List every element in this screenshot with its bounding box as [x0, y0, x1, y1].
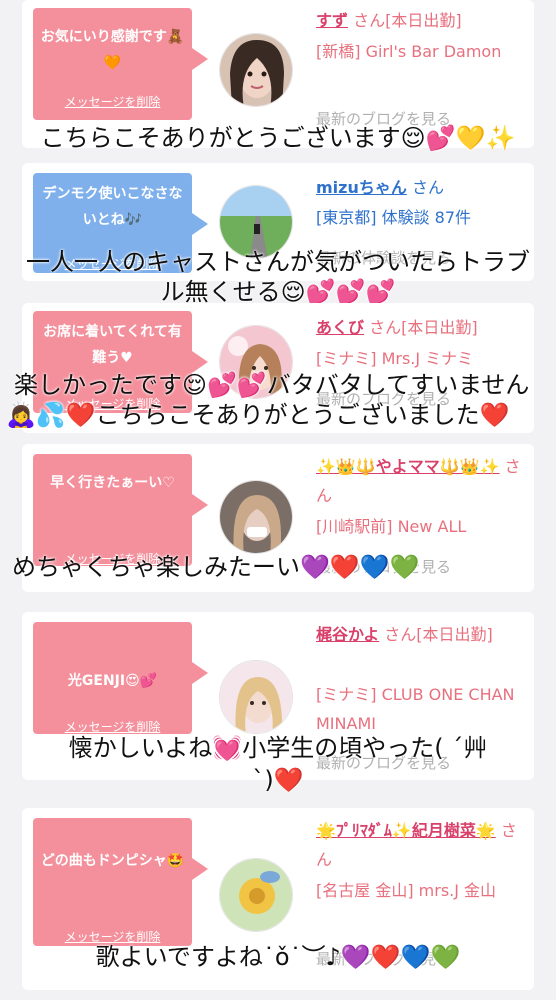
shop-name: [名古屋 金山] mrs.J 金山	[316, 881, 497, 900]
reply-caption: 歌よいですよね˙ǒ˙︶♪💜❤️💙💚	[95, 943, 461, 971]
avatar[interactable]	[219, 33, 293, 107]
message-text: 早く行きたぁーい♡	[50, 475, 175, 491]
cast-status: さん[本日出勤]	[384, 625, 493, 644]
reply-caption-line: 楽しかったです😌💕💕バタバタしてすいません	[14, 371, 530, 399]
message-text: どの曲もドンピシャ🤩	[40, 853, 185, 869]
message-text: デンモク使いこなさないとね🎶	[42, 186, 183, 228]
reply-caption-line: 一人一人のキャストさんが気がついたらトラブ	[26, 248, 530, 276]
cast-name-link[interactable]: 梶谷かよ	[316, 625, 379, 644]
cast-name-line: あくび さん[本日出勤]	[316, 313, 528, 342]
cast-status: さん	[411, 178, 444, 197]
reply-caption-line: `)❤️	[252, 766, 304, 794]
avatar[interactable]	[219, 660, 293, 734]
message-bubble: お気にいり感謝です🧸🧡 メッセージを削除	[33, 8, 208, 120]
cast-name-line: ✨👑🔱やよママ🔱👑✨ さん	[316, 452, 528, 510]
cast-name-link[interactable]: mizuちゃん	[316, 178, 407, 197]
cast-name-line: 梶谷かよ さん[本日出勤]	[316, 620, 528, 649]
cast-name-link[interactable]: あくび	[316, 318, 364, 337]
message-text: お気にいり感謝です🧸🧡	[40, 29, 185, 71]
cast-name-line: 🌟ﾌﾟﾘﾏﾀﾞﾑ✨紀月樹菜🌟 さん	[316, 816, 528, 874]
shop-name: [ミナミ] CLUB ONE CHAN MINAMI	[316, 685, 515, 733]
message-text: 光GENJI😍💕	[67, 673, 158, 689]
cast-name-link[interactable]: すず	[316, 11, 348, 30]
message-text: お席に着いてくれて有難う♥	[43, 324, 182, 366]
message-bubble: 光GENJI😍💕 メッセージを削除	[33, 622, 208, 734]
avatar[interactable]	[219, 480, 293, 554]
delete-message-link[interactable]: メッセージを削除	[33, 93, 192, 110]
reply-caption-line: 🙇‍♀️💦❤️こちらこそありがとうございました❤️	[6, 401, 510, 429]
message-bubble: 早く行きたぁーい♡ メッセージを削除	[33, 454, 208, 566]
avatar[interactable]	[219, 858, 293, 932]
shop-name: [川崎駅前] New ALL	[316, 517, 467, 536]
shop-name: [新橋] Girl's Bar Damon	[316, 42, 502, 61]
reply-caption-line: 懐かしいよね💓小学生の頃やった( ´艸	[68, 734, 488, 762]
cast-status: さん[本日出勤]	[369, 318, 478, 337]
cast-name-line: すず さん[本日出勤]	[316, 6, 528, 35]
shop-name: [東京都] 体験談 87件	[316, 208, 472, 227]
message-bubble: どの曲もドンピシャ🤩 メッセージを削除	[33, 818, 208, 946]
reply-caption: こちらこそありがとうございます😌💕💛✨	[40, 124, 516, 152]
cast-name-link[interactable]: ✨👑🔱やよママ🔱👑✨	[316, 457, 500, 476]
shop-name: [ミナミ] Mrs.J ミナミ	[316, 349, 474, 368]
cast-name-line: mizuちゃん さん	[316, 173, 528, 202]
cast-name-link[interactable]: 🌟ﾌﾟﾘﾏﾀﾞﾑ✨紀月樹菜🌟	[316, 821, 496, 840]
reply-caption: めちゃくちゃ楽しみたーい💜❤️💙💚	[12, 553, 420, 581]
cast-status: さん[本日出勤]	[353, 11, 462, 30]
